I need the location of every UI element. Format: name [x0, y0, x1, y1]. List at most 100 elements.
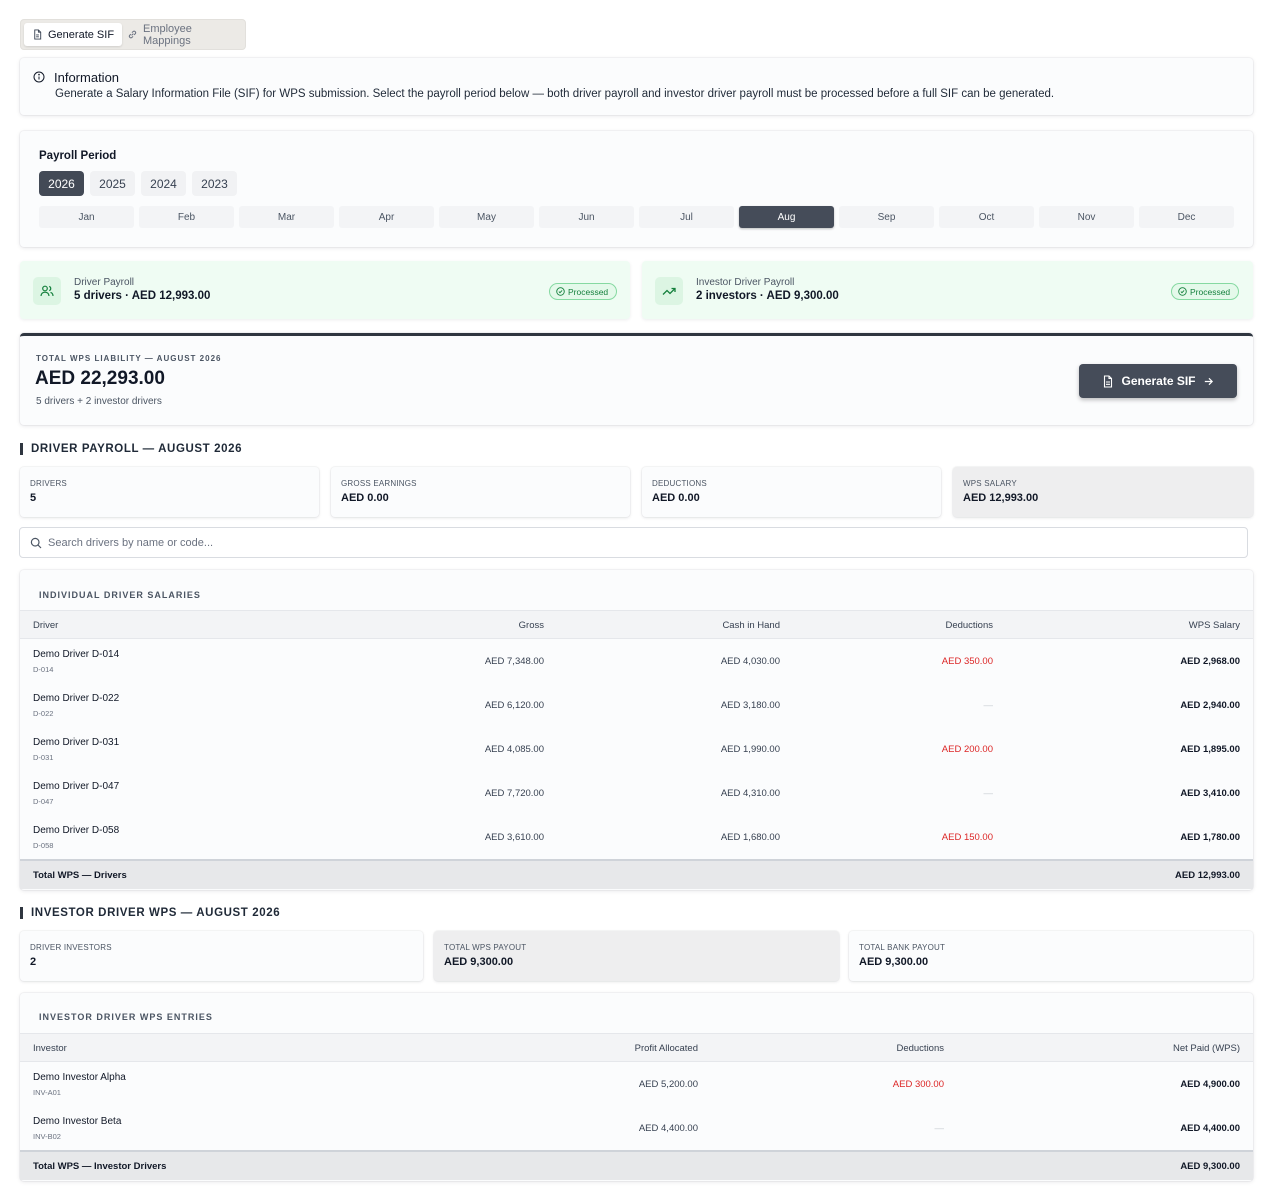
search-icon: [30, 537, 42, 549]
table-row[interactable]: Demo Investor Alpha INV-A01 AED 5,200.00…: [20, 1063, 1253, 1107]
investor-name: Demo Investor Beta: [33, 1116, 122, 1127]
tab-employee-mappings[interactable]: Employee Mappings: [119, 23, 245, 47]
stat-total-bank-payout: TOTAL BANK PAYOUT AED 9,300.00: [849, 931, 1253, 981]
driver-name: Demo Driver D-058: [33, 825, 120, 836]
stat-gross-earnings: GROSS EARNINGS AED 0.00: [331, 467, 630, 517]
stat-label: DEDUCTIONS: [652, 479, 707, 488]
stat-label: DRIVERS: [30, 479, 67, 488]
table-row[interactable]: Demo Driver D-047 D-047 AED 7,720.00 AED…: [20, 772, 1253, 816]
col-profit-allocated: Profit Allocated: [634, 1043, 698, 1054]
month-oct[interactable]: Oct: [939, 206, 1034, 228]
file-icon: [1102, 374, 1114, 388]
driver-name: Demo Driver D-031: [33, 737, 120, 748]
year-2026[interactable]: 2026: [39, 171, 84, 196]
table-row[interactable]: Demo Investor Beta INV-B02 AED 4,400.00 …: [20, 1107, 1253, 1151]
stat-label: TOTAL WPS PAYOUT: [444, 943, 527, 952]
wps-value: AED 1,895.00: [1180, 744, 1240, 755]
net-paid-value: AED 4,400.00: [1180, 1123, 1240, 1134]
month-nov[interactable]: Nov: [1039, 206, 1134, 228]
wps-value: AED 2,940.00: [1180, 700, 1240, 711]
file-icon: [32, 29, 43, 40]
stat-value: AED 0.00: [652, 492, 700, 504]
deductions-value: —: [983, 788, 994, 799]
table-total-row: Total WPS — Drivers AED 12,993.00: [20, 859, 1253, 889]
payroll-period-label: Payroll Period: [39, 150, 117, 162]
wps-value: AED 2,968.00: [1180, 656, 1240, 667]
month-dec[interactable]: Dec: [1139, 206, 1234, 228]
stat-label: TOTAL BANK PAYOUT: [859, 943, 946, 952]
table-header: Investor Profit Allocated Deductions Net…: [20, 1033, 1253, 1062]
total-value: AED 9,300.00: [1180, 1161, 1240, 1172]
cash-value: AED 4,030.00: [720, 656, 780, 667]
profit-value: AED 4,400.00: [638, 1123, 698, 1134]
tab-label: Generate SIF: [48, 28, 115, 41]
driver-salaries-table: INDIVIDUAL DRIVER SALARIES Driver Gross …: [20, 570, 1253, 890]
table-row[interactable]: Demo Driver D-058 D-058 AED 3,610.00 AED…: [20, 816, 1253, 860]
table-row[interactable]: Demo Driver D-022 D-022 AED 6,120.00 AED…: [20, 684, 1253, 728]
month-jul[interactable]: Jul: [639, 206, 734, 228]
total-label: Total WPS — Investor Drivers: [33, 1161, 167, 1172]
month-sep[interactable]: Sep: [839, 206, 934, 228]
driver-search-input[interactable]: [48, 528, 1238, 557]
investor-payroll-status-card: Investor Driver Payroll 2 investors · AE…: [642, 261, 1253, 319]
total-wps-breakdown: 5 drivers + 2 investor drivers: [36, 396, 162, 407]
driver-code: D-058: [33, 841, 54, 850]
month-apr[interactable]: Apr: [339, 206, 434, 228]
info-title: Information: [54, 70, 120, 85]
driver-name: Demo Driver D-022: [33, 693, 120, 704]
month-jan[interactable]: Jan: [39, 206, 134, 228]
year-2024[interactable]: 2024: [141, 171, 186, 196]
wps-value: AED 3,410.00: [1180, 788, 1240, 799]
stat-label: DRIVER INVESTORS: [30, 943, 112, 952]
stat-wps-salary: WPS SALARY AED 12,993.00: [953, 467, 1253, 517]
tab-bar: Generate SIF Employee Mappings: [20, 19, 246, 50]
month-feb[interactable]: Feb: [139, 206, 234, 228]
month-may[interactable]: May: [439, 206, 534, 228]
table-row[interactable]: Demo Driver D-031 D-031 AED 4,085.00 AED…: [20, 728, 1253, 772]
table-header: Driver Gross Cash in Hand Deductions WPS…: [20, 610, 1253, 639]
users-icon: [33, 277, 61, 305]
month-aug[interactable]: Aug: [739, 206, 834, 228]
wps-value: AED 1,780.00: [1180, 832, 1240, 843]
col-investor: Investor: [33, 1043, 67, 1054]
gross-value: AED 6,120.00: [484, 700, 544, 711]
investor-payroll-label: Investor Driver Payroll: [696, 277, 795, 288]
table-title: INVESTOR DRIVER WPS ENTRIES: [39, 1012, 213, 1022]
stat-deductions: DEDUCTIONS AED 0.00: [642, 467, 941, 517]
investor-wps-table: INVESTOR DRIVER WPS ENTRIES Investor Pro…: [20, 993, 1253, 1181]
year-2025[interactable]: 2025: [90, 171, 135, 196]
investor-code: INV-B02: [33, 1132, 61, 1141]
stat-drivers: DRIVERS 5: [20, 467, 319, 517]
stat-value: 2: [30, 956, 37, 968]
link-icon: [127, 29, 138, 40]
profit-value: AED 5,200.00: [638, 1079, 698, 1090]
total-value: AED 12,993.00: [1175, 870, 1240, 881]
col-deductions: Deductions: [896, 1043, 944, 1054]
driver-code: D-031: [33, 753, 54, 762]
deductions-value: —: [934, 1123, 945, 1134]
cash-value: AED 1,990.00: [720, 744, 780, 755]
driver-payroll-status-card: Driver Payroll 5 drivers · AED 12,993.00…: [20, 261, 630, 319]
month-mar[interactable]: Mar: [239, 206, 334, 228]
stat-value: AED 9,300.00: [859, 956, 929, 968]
driver-code: D-047: [33, 797, 54, 806]
stat-value: AED 0.00: [341, 492, 389, 504]
driver-payroll-heading: DRIVER PAYROLL — AUGUST 2026: [20, 443, 242, 455]
tab-generate-sif[interactable]: Generate SIF: [24, 23, 123, 46]
month-jun[interactable]: Jun: [539, 206, 634, 228]
year-2023[interactable]: 2023: [192, 171, 237, 196]
trending-up-icon: [655, 277, 683, 305]
total-wps-kicker: TOTAL WPS LIABILITY — AUGUST 2026: [36, 354, 222, 363]
total-label: Total WPS — Drivers: [33, 870, 127, 881]
table-row[interactable]: Demo Driver D-014 D-014 AED 7,348.00 AED…: [20, 640, 1253, 684]
investor-payroll-summary: 2 investors · AED 9,300.00: [696, 290, 839, 302]
check-circle-icon: [1178, 287, 1187, 296]
driver-name: Demo Driver D-047: [33, 781, 120, 792]
deductions-value: AED 150.00: [941, 832, 993, 843]
stat-total-wps-payout: TOTAL WPS PAYOUT AED 9,300.00: [434, 931, 839, 981]
generate-sif-button[interactable]: Generate SIF: [1079, 364, 1237, 398]
check-circle-icon: [556, 287, 565, 296]
arrow-right-icon: [1203, 376, 1214, 387]
stat-value: 5: [30, 492, 37, 504]
deductions-value: AED 300.00: [892, 1079, 944, 1090]
